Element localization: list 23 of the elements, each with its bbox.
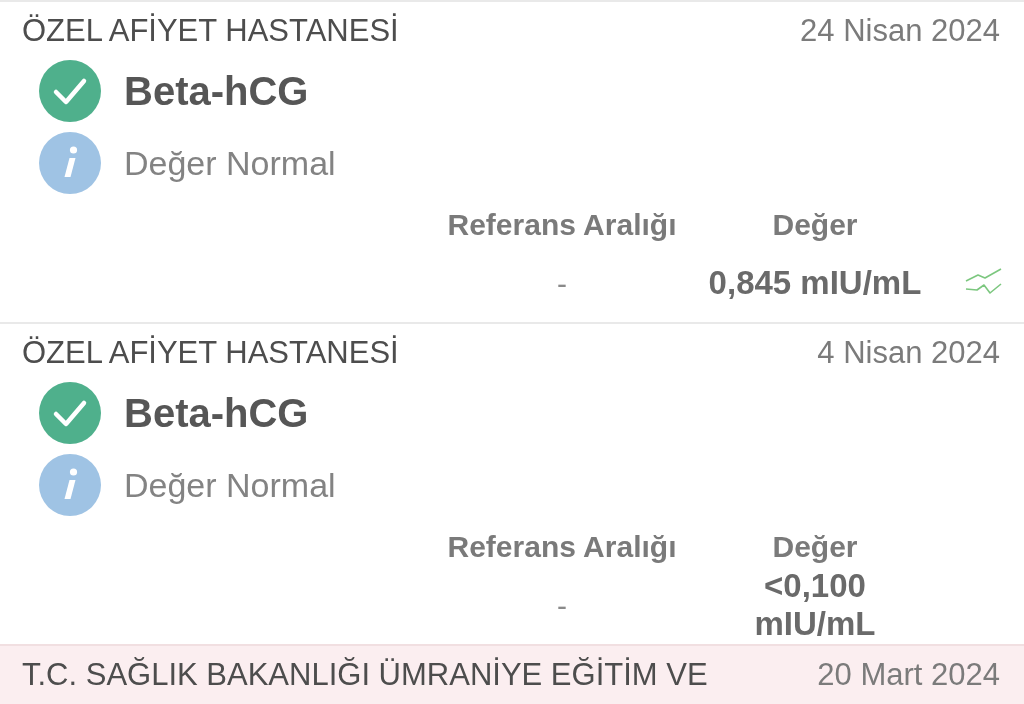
check-circle-icon [39, 60, 101, 122]
check-circle-icon [39, 382, 101, 444]
info-icon [39, 454, 101, 516]
result-value: 0,845 mIU/mL [708, 264, 922, 302]
column-header: Değer [771, 528, 859, 565]
hospital-name: T.C. SAĞLIK BAKANLIĞI ÜMRANİYE EĞİTİM VE [22, 655, 708, 694]
result-date: 20 Mart 2024 [817, 655, 1000, 694]
column-header: Referans Aralığı [446, 528, 678, 565]
result-date: 4 Nisan 2024 [817, 333, 1000, 372]
column-header: Değer [771, 206, 859, 243]
result-value: <0,100 mIU/mL [753, 567, 877, 643]
test-name: Beta-hCG [124, 390, 309, 437]
column-header: Referans Aralığı [446, 206, 678, 243]
result-date: 24 Nisan 2024 [800, 11, 1000, 50]
info-icon [39, 132, 101, 194]
reference-range: - [557, 587, 567, 624]
result-card[interactable]: T.C. SAĞLIK BAKANLIĞI ÜMRANİYE EĞİTİM VE 20 Mart 2024 [0, 644, 1024, 704]
reference-range: - [557, 265, 567, 302]
hospital-name: ÖZEL AFİYET HASTANESİ [22, 333, 399, 372]
status-text: Değer Normal [124, 464, 336, 506]
hospital-name: ÖZEL AFİYET HASTANESİ [22, 11, 399, 50]
status-text: Değer Normal [124, 142, 336, 184]
test-name: Beta-hCG [124, 68, 309, 115]
